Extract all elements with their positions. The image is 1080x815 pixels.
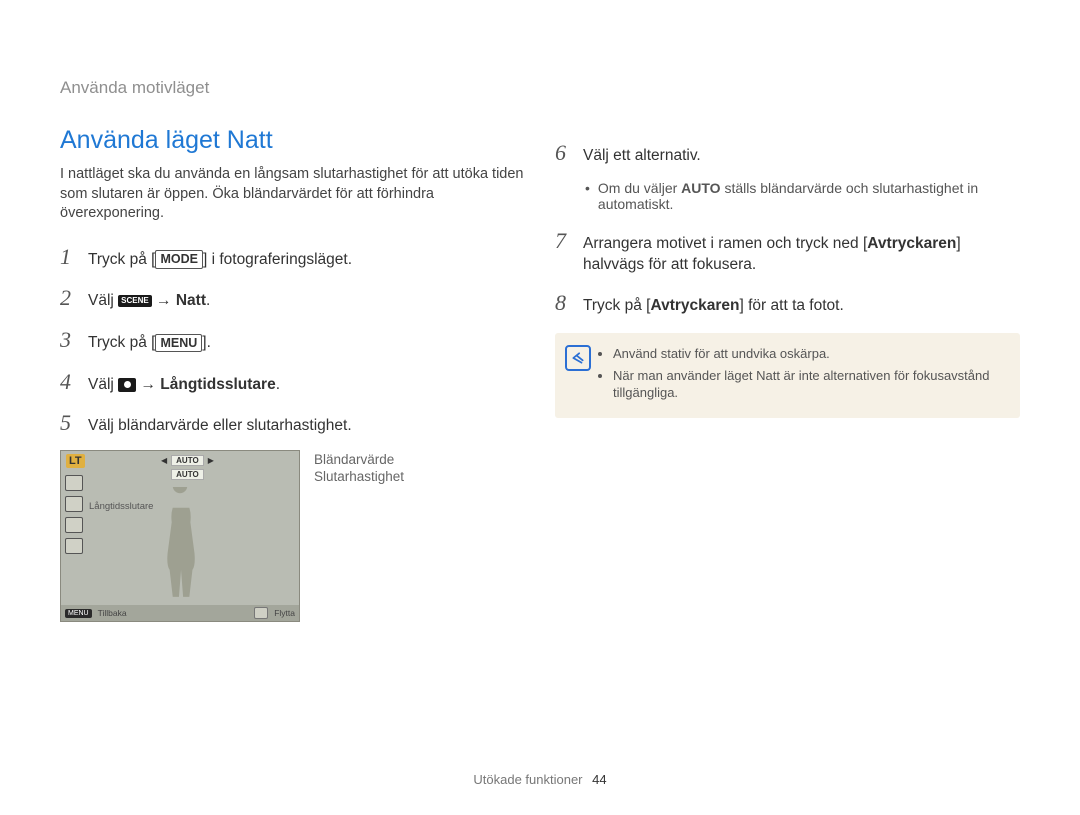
step-number: 8 [555,288,573,318]
step-number: 1 [60,242,78,272]
lcd-overlay-label: Långtidsslutare [89,501,153,512]
resolution-icon [65,475,83,491]
shutter-value: AUTO [171,469,204,480]
step-2: 2 Välj SCENE → Natt. [60,283,525,313]
step-text: Välj bländarvärde eller slutarhastighet. [88,416,352,437]
chevron-right-icon: ▶ [208,456,214,465]
content-columns: Använda läget Natt I nattläget ska du an… [60,126,1020,622]
chevron-left-icon: ◀ [161,456,167,465]
shutter-label: Slutarhastighet [314,469,404,484]
step-number: 3 [60,325,78,355]
menu-key-icon: MENU [65,609,92,618]
footer-section: Utökade funktioner [473,772,582,787]
menu-key-icon: MENU [155,334,202,352]
move-label: Flytta [274,608,295,618]
step-5: 5 Välj bländarvärde eller slutarhastighe… [60,408,525,438]
info-note-box: Använd stativ för att undvika oskärpa. N… [555,333,1020,418]
aperture-label: Bländarvärde [314,452,404,467]
step-3: 3 Tryck på [MENU]. [60,325,525,355]
lcd-bottom-bar: MENU Tillbaka Flytta [61,605,299,621]
right-column: 6 Välj ett alternativ. • Om du väljer AU… [555,126,1020,622]
step-text: Välj SCENE → Natt. [88,291,210,312]
quality-icon [65,496,83,512]
note-list: Använd stativ för att undvika oskärpa. N… [599,345,1006,402]
mode-key-icon: MODE [155,250,203,268]
section-title: Använda läget Natt [60,126,525,155]
step-6: 6 Välj ett alternativ. [555,138,1020,168]
lcd-figure: LT ◀ AUTO ▶ ◀ [60,450,525,622]
step-8: 8 Tryck på [Avtryckaren] för att ta foto… [555,288,1020,318]
step-4: 4 Välj → Långtidsslutare. [60,367,525,397]
aperture-value: AUTO [171,455,204,466]
page: Använda motivläget Använda läget Natt I … [0,0,1080,815]
step-text: Tryck på [MODE] i fotograferingsläget. [88,250,352,271]
step-1: 1 Tryck på [MODE] i fotograferingsläget. [60,242,525,272]
camera-lcd-mockup: LT ◀ AUTO ▶ ◀ [60,450,300,622]
metering-icon [65,517,83,533]
step-text: Välj ett alternativ. [583,146,701,167]
lt-badge-icon: LT [66,454,85,468]
step-number: 4 [60,367,78,397]
breadcrumb: Använda motivläget [60,78,1020,98]
camera-icon [118,378,136,392]
person-silhouette-icon [156,487,204,601]
info-icon [565,345,591,371]
page-footer: Utökade funktioner 44 [0,772,1080,787]
step-number: 5 [60,408,78,438]
step-text: Tryck på [Avtryckaren] för att ta fotot. [583,296,844,317]
scene-key-icon: SCENE [118,295,152,307]
lcd-side-icons [65,475,83,554]
left-column: Använda läget Natt I nattläget ska du an… [60,126,525,622]
step-number: 2 [60,283,78,313]
step-text: Välj → Långtidsslutare. [88,375,280,396]
step-text: Arrangera motivet i ramen och tryck ned … [583,234,1020,276]
step-number: 7 [555,226,573,256]
shutter-selector: ◀ AUTO ▶ [161,469,214,480]
bullet-icon: • [585,180,590,212]
note-item: Använd stativ för att undvika oskärpa. [613,345,1006,363]
intro-text: I nattläget ska du använda en långsam sl… [60,165,525,224]
note-item: När man använder läget Natt är inte alte… [613,367,1006,402]
page-number: 44 [592,772,606,787]
back-label: Tillbaka [98,608,127,618]
aperture-selector: ◀ AUTO ▶ [161,455,214,466]
dpad-icon [254,607,268,619]
lcd-annotation-labels: Bländarvärde Slutarhastighet [314,450,404,622]
step-6-note: • Om du väljer AUTO ställs bländarvärde … [585,180,1020,212]
lcd-selectors: ◀ AUTO ▶ ◀ AUTO ▶ [161,455,214,480]
stabilizer-icon [65,538,83,554]
note-text: Om du väljer AUTO ställs bländarvärde oc… [598,180,1020,212]
step-number: 6 [555,138,573,168]
step-7: 7 Arrangera motivet i ramen och tryck ne… [555,226,1020,276]
step-text: Tryck på [MENU]. [88,333,211,354]
